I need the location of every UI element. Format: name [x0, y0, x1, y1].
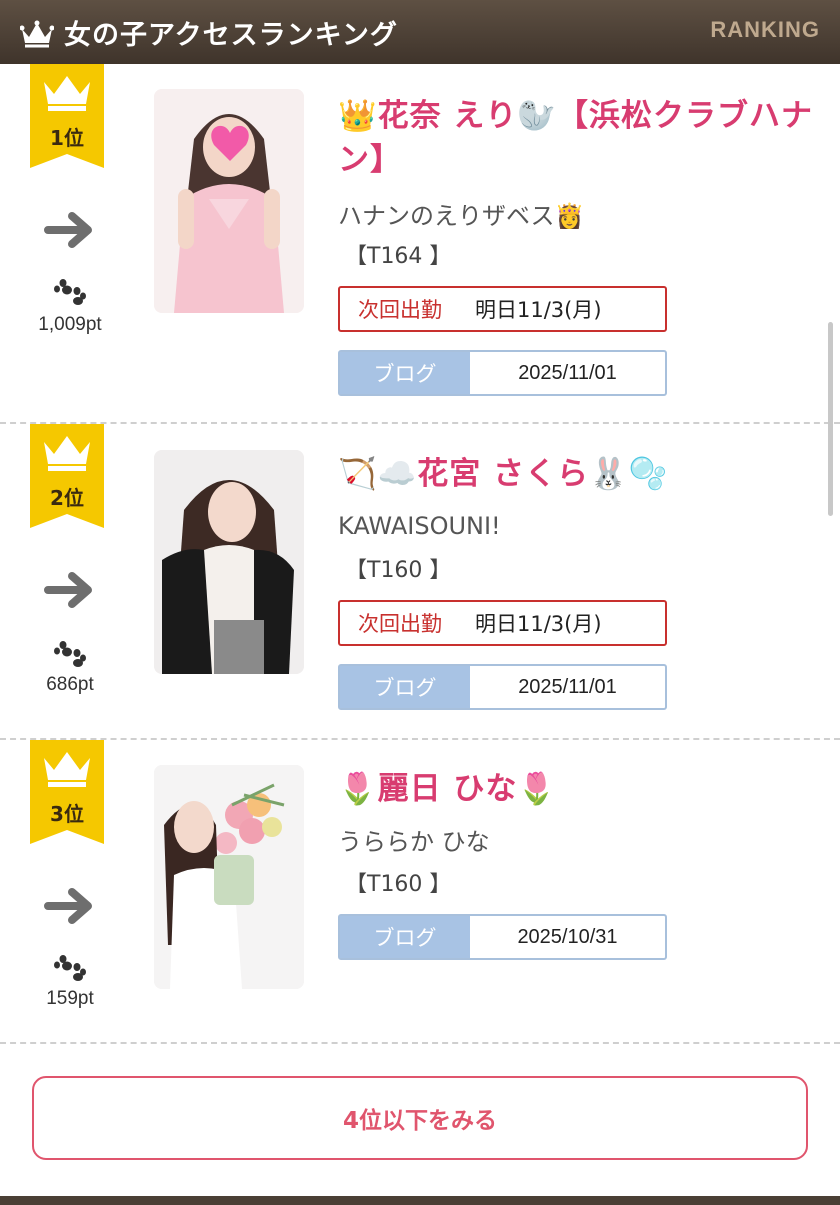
- blog-link[interactable]: ブログ 2025/11/01: [338, 664, 667, 710]
- next-shift-date: 明日11/3(月): [475, 298, 602, 322]
- profile-photo[interactable]: [154, 450, 304, 674]
- rank-ribbon: [30, 424, 104, 528]
- blog-date: 2025/10/31: [517, 925, 618, 948]
- blog-label: ブログ: [340, 916, 470, 958]
- profile-photo[interactable]: [154, 89, 304, 313]
- ranking-entry-2[interactable]: 2位 686pt 🏹☁️花宮 さくら🐰🫧 KAWAISOUNI! 【T160 】…: [0, 424, 840, 740]
- points: 159pt: [46, 988, 94, 1009]
- header-title: 女の子アクセスランキング: [64, 19, 398, 51]
- points: 1,009pt: [38, 314, 102, 335]
- arrow-right-icon: [44, 888, 92, 924]
- height-info: 【T164 】: [345, 244, 452, 269]
- next-shift-label: 次回出勤: [358, 612, 442, 636]
- paw-icon: [54, 279, 86, 305]
- height-info: 【T160 】: [345, 872, 452, 897]
- cast-name[interactable]: 👑花奈 えり🦭【浜松クラブハナン】: [338, 94, 818, 182]
- height-info: 【T160 】: [345, 558, 452, 583]
- blog-date: 2025/11/01: [518, 675, 617, 698]
- blog-link[interactable]: ブログ 2025/10/31: [338, 914, 667, 960]
- blog-date: 2025/11/01: [518, 361, 617, 384]
- cast-name[interactable]: 🏹☁️花宮 さくら🐰🫧: [338, 452, 818, 496]
- ranking-entry-3[interactable]: 3位 159pt 🌷麗日 ひな🌷 うららか ひな 【T160 】 ブログ 202…: [0, 740, 840, 1044]
- paw-icon: [54, 641, 86, 667]
- arrow-right-icon: [44, 572, 92, 608]
- arrow-right-icon: [44, 212, 92, 248]
- next-shift: 次回出勤 明日11/3(月): [338, 600, 667, 646]
- catch-phrase: KAWAISOUNI!: [338, 512, 501, 540]
- header-subtitle: RANKING: [710, 17, 820, 42]
- next-shift-date: 明日11/3(月): [475, 612, 602, 636]
- next-shift-label: 次回出勤: [358, 298, 442, 322]
- profile-photo[interactable]: [154, 765, 304, 989]
- ranking-entry-1[interactable]: 1位 1,009pt 👑花奈 えり🦭【浜松クラブハナン】 ハナンのえりザベス👸 …: [0, 64, 840, 424]
- catch-phrase: うららか ひな: [338, 828, 490, 856]
- footer-bar: [0, 1196, 840, 1205]
- cast-name[interactable]: 🌷麗日 ひな🌷: [338, 767, 818, 811]
- rank-ribbon: [30, 64, 104, 168]
- rank-ribbon: [30, 740, 104, 844]
- blog-label: ブログ: [340, 352, 470, 394]
- ranking-header: 女の子アクセスランキング RANKING: [0, 0, 840, 64]
- next-shift: 次回出勤 明日11/3(月): [338, 286, 667, 332]
- blog-link[interactable]: ブログ 2025/11/01: [338, 350, 667, 396]
- see-more-button[interactable]: 4位以下をみる: [32, 1076, 808, 1160]
- scrollbar[interactable]: [828, 322, 833, 516]
- blog-label: ブログ: [340, 666, 470, 708]
- catch-phrase: ハナンのえりザベス👸: [338, 202, 585, 230]
- points: 686pt: [46, 674, 94, 695]
- crown-icon: [20, 20, 54, 48]
- paw-icon: [54, 955, 86, 981]
